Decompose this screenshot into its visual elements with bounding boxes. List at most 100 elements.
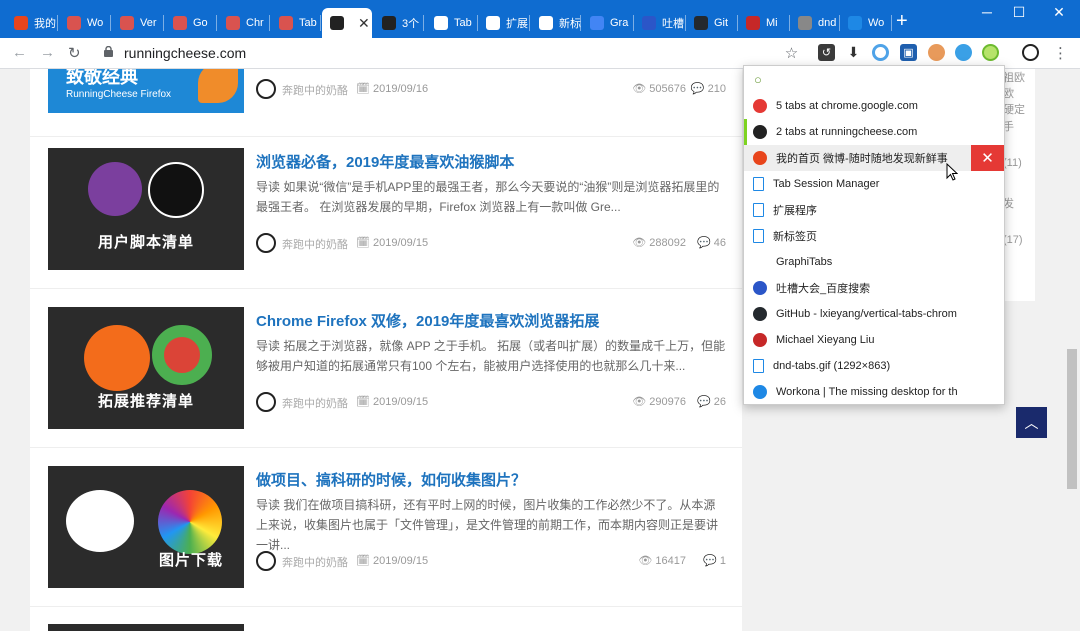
reload-button[interactable]: ↻ — [68, 44, 81, 62]
monkey-extension-icon[interactable] — [928, 44, 945, 61]
article-thumbnail[interactable]: 用户脚本清单 — [48, 148, 244, 270]
tab[interactable]: Go — [165, 8, 217, 38]
tab-list-item[interactable]: 5 tabs at chrome.google.com — [744, 93, 1004, 119]
view-count-value: 16417 — [655, 555, 686, 567]
tab-label: 我的 — [34, 18, 56, 30]
tab-list-extension-icon[interactable] — [982, 44, 999, 61]
close-window-button[interactable]: ✕ — [1044, 4, 1074, 21]
sidebar-text: 硬定 — [1003, 104, 1025, 116]
article-excerpt: 导读 我们在做项目搞科研，还有平时上网的时候，图片收集的工作必然少不了。从本源上… — [256, 498, 719, 552]
thumb-subcaption: RunningCheese Firefox — [66, 89, 172, 100]
comment-count: 💬 1 — [703, 555, 726, 567]
minimize-button[interactable]: ─ — [972, 4, 1002, 20]
tab-list-item-label: Workona | The missing desktop for th — [776, 386, 958, 398]
tab-list-item[interactable]: 2 tabs at runningcheese.com — [744, 119, 1004, 145]
tab-label: dnd — [818, 17, 837, 29]
github-icon — [753, 307, 767, 321]
search-icon[interactable]: ○ — [754, 72, 762, 87]
author-name[interactable]: 奔跑中的奶酪 — [282, 554, 348, 570]
maximize-button[interactable]: ☐ — [1004, 4, 1034, 21]
shield-extension-icon[interactable] — [955, 44, 972, 61]
site-icon — [173, 16, 187, 30]
menu-icon[interactable]: ⋮ — [1052, 44, 1069, 62]
tab[interactable]: Chr — [218, 8, 270, 38]
address-bar[interactable]: runningcheese.com — [124, 45, 246, 61]
circle-extension-icon[interactable] — [872, 44, 889, 61]
back-button[interactable]: ← — [12, 44, 27, 61]
comment-count: 💬 46 — [696, 237, 726, 249]
article-thumbnail[interactable]: 图片下载 — [48, 466, 244, 588]
weibo-icon — [753, 151, 767, 165]
tab-list-item[interactable]: 吐槽大会_百度搜索 — [744, 275, 1004, 301]
post-date: 🗓 2019/09/15 — [356, 555, 429, 567]
tab-list-item[interactable]: Michael Xieyang Liu — [744, 327, 1004, 353]
chrome-icon — [753, 99, 767, 113]
bookmark-star-icon[interactable]: ☆ — [783, 44, 800, 62]
extension-icon[interactable]: ↺ — [818, 44, 835, 61]
view-count-value: 288092 — [649, 237, 686, 249]
tab[interactable]: 3个 — [374, 8, 424, 38]
scrollbar-thumb[interactable] — [1067, 349, 1077, 489]
tab-label: Mi — [766, 17, 778, 29]
tab[interactable]: 吐槽 — [634, 8, 686, 38]
tab[interactable]: Tab — [271, 8, 321, 38]
tab-label: Wo — [87, 17, 104, 29]
tab-separator — [423, 15, 424, 31]
tab[interactable]: 扩展 — [478, 8, 530, 38]
close-tab-button[interactable]: ✕ — [971, 145, 1004, 171]
panda-logo — [66, 490, 134, 552]
article-thumbnail[interactable]: 致敬经典 RunningCheese Firefox — [48, 69, 244, 113]
tab[interactable]: 我的 — [6, 8, 58, 38]
comment-count-value: 1 — [719, 555, 726, 567]
article-title[interactable]: 浏览器必备，2019年度最喜欢油猴脚本 — [256, 151, 514, 172]
new-tab-button[interactable]: + — [896, 11, 908, 31]
tab-list-item[interactable]: Workona | The missing desktop for th — [744, 379, 1004, 405]
next-article-thumbnail[interactable] — [48, 624, 244, 631]
tab[interactable]: ✕ — [322, 8, 372, 38]
tab[interactable]: 新标签页 — [531, 8, 581, 38]
tab-list-item-label: 5 tabs at chrome.google.com — [776, 100, 918, 112]
tab-label: Ver — [140, 17, 157, 29]
author-name[interactable]: 奔跑中的奶酪 — [282, 82, 348, 98]
article-thumbnail[interactable]: 拓展推荐清单 — [48, 307, 244, 429]
tab-list-item-label: 2 tabs at runningcheese.com — [776, 126, 918, 138]
forward-button[interactable]: → — [40, 44, 55, 61]
author-avatar — [256, 79, 276, 99]
download-icon[interactable]: ⬇ — [845, 44, 862, 61]
tab[interactable]: Wo — [59, 8, 111, 38]
tab-list-item[interactable]: GraphiTabs — [744, 249, 1004, 275]
tab-list-item[interactable]: 扩展程序 — [744, 197, 1004, 223]
tab-list-item-label: 吐槽大会_百度搜索 — [776, 283, 871, 295]
tab[interactable]: Git — [686, 8, 738, 38]
author-name[interactable]: 奔跑中的奶酪 — [282, 395, 348, 411]
thumb-caption: 图片下载 — [158, 552, 223, 569]
tab-list-item-label: Michael Xieyang Liu — [776, 334, 875, 346]
close-tab-icon[interactable]: ✕ — [358, 15, 370, 32]
back-to-top-button[interactable]: ︿ — [1016, 407, 1047, 438]
tab-counter-extension-icon[interactable]: ▣ — [900, 44, 917, 61]
tab[interactable]: dnd — [790, 8, 840, 38]
tab[interactable]: Ver — [112, 8, 164, 38]
tab-list-item[interactable]: 我的首页 微博-随时随地发现新鲜事 — [744, 145, 971, 171]
sidebar-count: (17) — [1003, 234, 1023, 246]
mouse-cursor-icon — [946, 163, 958, 181]
article-excerpt: 导读 如果说“微信”是手机APP里的最强王者，那么今天要说的“油猴”则是浏览器拓… — [256, 180, 720, 214]
profile-avatar[interactable] — [1022, 44, 1039, 61]
article-list: 致敬经典 RunningCheese Firefox 奔跑中的奶酪 🗓 2019… — [30, 69, 742, 631]
tab-list-item[interactable]: Tab Session Manager — [744, 171, 1004, 197]
tab[interactable]: Wo — [840, 8, 892, 38]
tab-list-item[interactable]: 新标签页 — [744, 223, 1004, 249]
author-name[interactable]: 奔跑中的奶酪 — [282, 236, 348, 252]
doc-icon — [753, 229, 764, 243]
tab-label: 新标签页 — [559, 18, 581, 30]
article-title[interactable]: Chrome Firefox 双修，2019年度最喜欢浏览器拓展 — [256, 310, 599, 331]
article-title[interactable]: 做项目、搞科研的时候，如何收集图片？ — [256, 469, 526, 490]
tab[interactable]: Tab — [426, 8, 478, 38]
tab-list-item-label: GitHub - lxieyang/vertical-tabs-chrom — [776, 308, 957, 320]
tab-list-item[interactable]: dnd-tabs.gif (1292×863) — [744, 353, 1004, 379]
tab[interactable]: Mi — [738, 8, 790, 38]
tab-list-item[interactable]: GitHub - lxieyang/vertical-tabs-chrom — [744, 301, 1004, 327]
article-meta: 奔跑中的奶酪 🗓 2019/09/15 👁 288092 💬 46 — [256, 233, 726, 253]
tab[interactable]: Gra — [582, 8, 634, 38]
article-excerpt: 导读 拓展之于浏览器，就像 APP 之于手机。 拓展（或者叫扩展）的数量成千上万… — [256, 339, 726, 373]
